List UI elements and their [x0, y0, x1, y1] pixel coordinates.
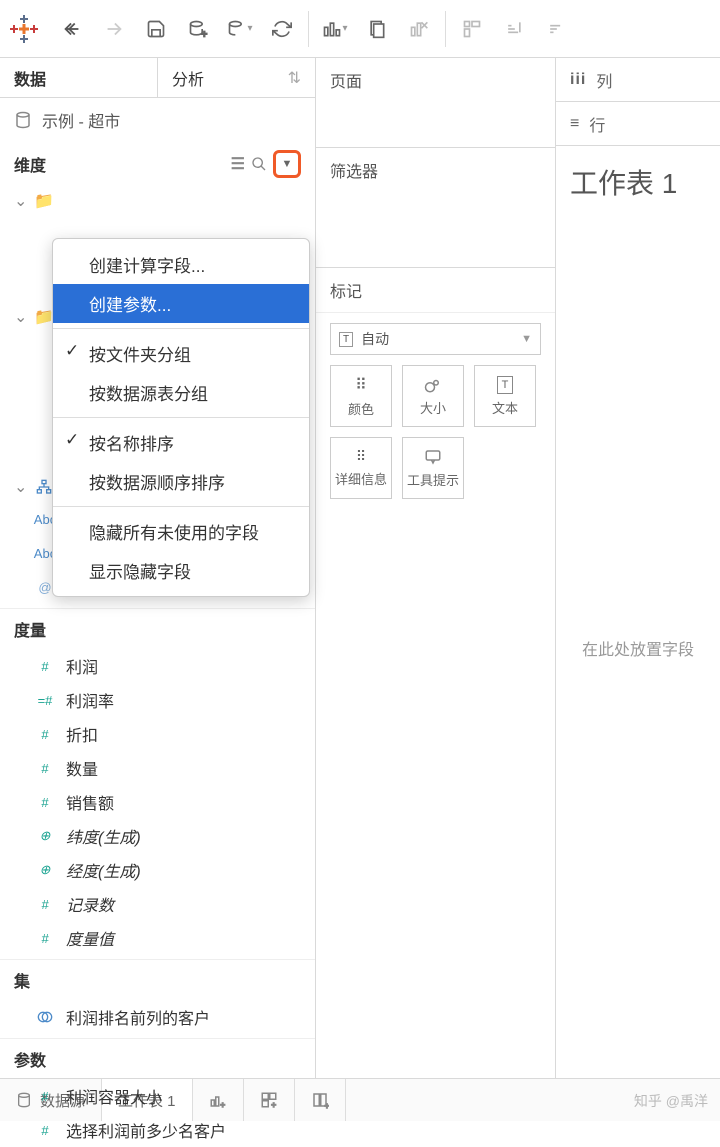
size-icon [423, 376, 443, 394]
mark-text-button[interactable]: T文本 [474, 365, 536, 427]
field-top-customers[interactable]: 利润排名前列的客户 [0, 1000, 315, 1034]
forward-button[interactable] [94, 9, 134, 49]
field-measure-val[interactable]: #度量值 [0, 921, 315, 955]
dimensions-menu-button[interactable]: ▼ [273, 150, 301, 178]
field-lon[interactable]: ⊕经度(生成) [0, 853, 315, 887]
folder-icon: 📁 [34, 307, 54, 327]
clear-button[interactable] [399, 9, 439, 49]
number-icon: # [34, 897, 56, 912]
tooltip-icon [423, 448, 443, 466]
mark-tooltip-button[interactable]: 工具提示 [402, 437, 464, 499]
rows-icon: ≡ [570, 115, 579, 133]
filters-shelf[interactable]: 筛选器 [316, 148, 555, 268]
datasource-row[interactable]: 示例 - 超市 [0, 98, 315, 142]
field-quantity[interactable]: #数量 [0, 751, 315, 785]
menu-sort-source[interactable]: 按数据源顺序排序 [53, 462, 309, 501]
tab-analysis[interactable]: 分析⇅ [157, 58, 315, 97]
menu-create-calc[interactable]: 创建计算字段... [53, 245, 309, 284]
text-icon: T [497, 376, 514, 394]
sets-heading: 集 [0, 959, 315, 1000]
new-worksheet-button[interactable]: ▾ [315, 9, 355, 49]
number-icon: # [34, 761, 56, 776]
mark-detail-button[interactable]: ⠿详细信息 [330, 437, 392, 499]
save-button[interactable] [136, 9, 176, 49]
number-icon: # [34, 1123, 56, 1138]
swap-button[interactable] [452, 9, 492, 49]
text-icon: T [339, 332, 353, 347]
watermark: 知乎 @禹洋 [634, 1091, 708, 1111]
set-icon [34, 1009, 56, 1025]
field-profit-rate[interactable]: =#利润率 [0, 683, 315, 717]
field-discount[interactable]: #折扣 [0, 717, 315, 751]
field-lat[interactable]: ⊕纬度(生成) [0, 819, 315, 853]
menu-hide-unused[interactable]: 隐藏所有未使用的字段 [53, 512, 309, 551]
globe-icon: ⊕ [34, 828, 56, 844]
view-pane: iii列 ≡行 工作表 1 在此处放置字段 [556, 58, 720, 1078]
folder-icon: 📁 [34, 191, 54, 211]
number-icon: # [34, 659, 56, 674]
mark-size-button[interactable]: 大小 [402, 365, 464, 427]
marks-card: 标记 T自动 ▼ ⠿颜色 大小 T文本 ⠿详细信息 工具提示 [316, 268, 555, 513]
field-topn[interactable]: #选择利润前多少名客户 [0, 1113, 315, 1147]
mark-color-button[interactable]: ⠿颜色 [330, 365, 392, 427]
menu-group-source[interactable]: 按数据源表分组 [53, 373, 309, 412]
cards-pane: 页面 筛选器 标记 T自动 ▼ ⠿颜色 大小 T文本 ⠿详细信息 工具提示 [316, 58, 556, 1078]
number-icon: # [34, 727, 56, 742]
duplicate-button[interactable] [357, 9, 397, 49]
columns-shelf[interactable]: iii列 [556, 58, 720, 102]
menu-create-param[interactable]: 创建参数... [53, 284, 309, 323]
mark-type-select[interactable]: T自动 ▼ [330, 323, 541, 355]
field-profit[interactable]: #利润 [0, 649, 315, 683]
list-view-icon[interactable]: ☰ [231, 154, 245, 174]
tab-data[interactable]: 数据 [0, 58, 157, 97]
worksheet-title[interactable]: 工作表 1 [556, 146, 720, 218]
hierarchy-icon [34, 479, 54, 495]
calc-icon: =# [34, 693, 56, 708]
dimensions-heading: 维度 [14, 152, 46, 176]
svg-text:+: + [201, 29, 207, 39]
drop-field-hint[interactable]: 在此处放置字段 [556, 218, 720, 1078]
number-icon: # [34, 795, 56, 810]
color-icon: ⠿ [355, 375, 367, 395]
dimensions-context-menu: 创建计算字段... 创建参数... 按文件夹分组 按数据源表分组 按名称排序 按… [52, 238, 310, 597]
new-datasource-button[interactable]: + [178, 9, 218, 49]
detail-icon: ⠿ [356, 448, 366, 465]
folder-item[interactable]: ⌄📁 [0, 186, 315, 216]
number-icon: # [34, 931, 56, 946]
field-records[interactable]: #记录数 [0, 887, 315, 921]
updown-icon: ⇅ [288, 68, 301, 88]
menu-show-hidden[interactable]: 显示隐藏字段 [53, 551, 309, 590]
menu-group-folder[interactable]: 按文件夹分组 [53, 334, 309, 373]
search-icon[interactable] [251, 156, 267, 172]
database-icon [14, 111, 32, 129]
menu-sort-name[interactable]: 按名称排序 [53, 423, 309, 462]
params-heading: 参数 [0, 1038, 315, 1079]
measures-heading: 度量 [0, 608, 315, 649]
sort-desc-button[interactable] [536, 9, 576, 49]
globe-icon: ⊕ [34, 862, 56, 878]
back-button[interactable] [52, 9, 92, 49]
svg-text:+: + [324, 1101, 329, 1109]
field-sales[interactable]: #销售额 [0, 785, 315, 819]
sort-asc-button[interactable] [494, 9, 534, 49]
pages-shelf[interactable]: 页面 [316, 58, 555, 148]
columns-icon: iii [570, 71, 586, 89]
refresh-button[interactable] [262, 9, 302, 49]
auto-update-button[interactable]: ▾ [220, 9, 260, 49]
field-bin-size[interactable]: #利润容器大小 [0, 1079, 315, 1113]
data-pane: 数据 分析⇅ 示例 - 超市 维度 ☰ ▼ ⌄📁 ⌄📁 ⌄ Abc类别 Abc子… [0, 58, 316, 1078]
tableau-logo [8, 13, 40, 45]
chevron-down-icon: ▼ [521, 333, 532, 345]
rows-shelf[interactable]: ≡行 [556, 102, 720, 146]
main-toolbar: + ▾ ▾ [0, 0, 720, 58]
number-icon: # [34, 1089, 56, 1104]
